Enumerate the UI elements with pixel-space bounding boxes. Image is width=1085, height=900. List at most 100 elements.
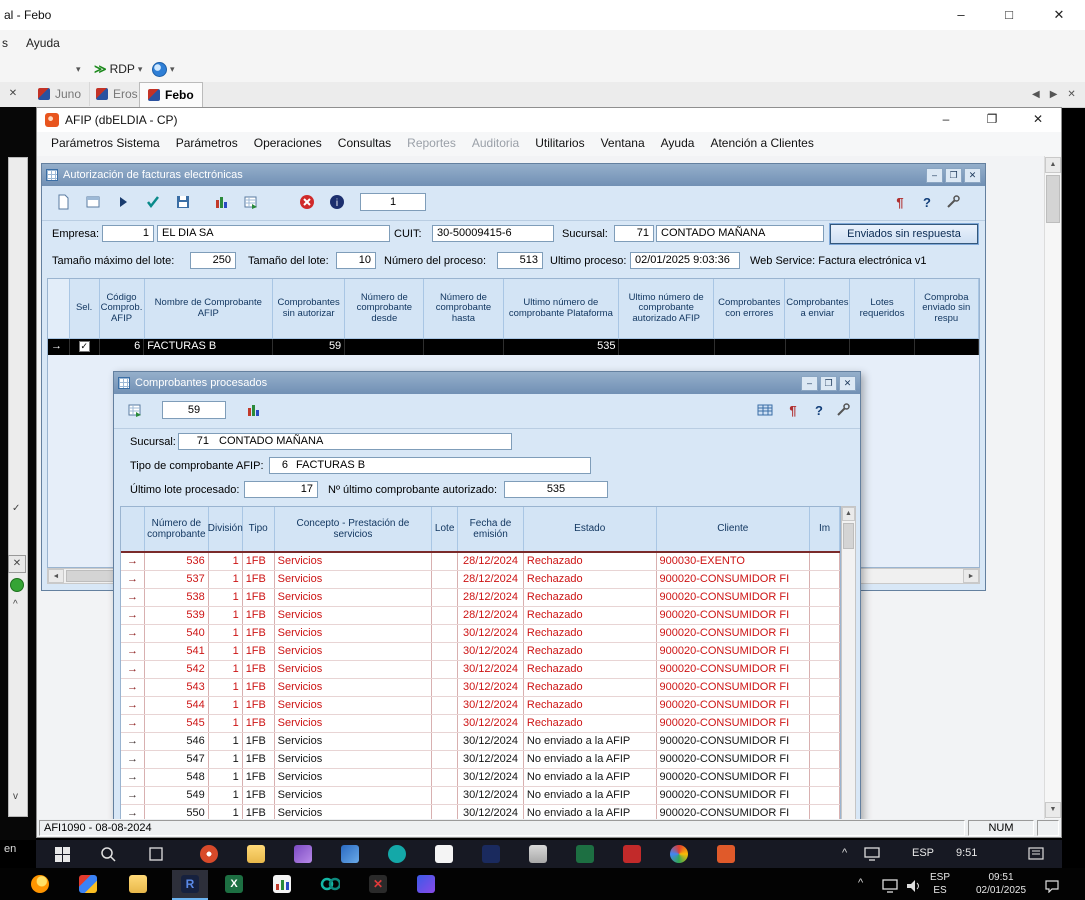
close-button[interactable]: ✕ — [964, 168, 981, 183]
export-grid-button[interactable] — [122, 398, 148, 422]
print-setup-button[interactable]: ¶ — [780, 398, 806, 422]
column-header[interactable]: Comprobantes con errores — [714, 279, 785, 339]
column-header[interactable]: Fecha de emisión — [458, 507, 524, 551]
properties-button[interactable] — [80, 190, 106, 214]
scroll-left-button[interactable]: ◄ — [48, 569, 64, 583]
menu-item[interactable]: Parámetros Sistema — [43, 132, 168, 156]
record-counter[interactable]: 59 — [162, 401, 226, 419]
taskbar-app-7[interactable] — [528, 844, 548, 864]
column-header[interactable]: Código Comprob. AFIP — [100, 279, 145, 339]
tipo-comprobante-field[interactable]: 6FACTURAS B — [269, 457, 591, 474]
close-button[interactable]: ✕ — [8, 555, 26, 573]
tab-close-button[interactable]: ✕ — [1067, 89, 1075, 100]
run-button[interactable] — [110, 190, 136, 214]
tab-juno[interactable]: Juno — [30, 82, 90, 106]
taskbar-app-8[interactable] — [575, 844, 595, 864]
sucursal-code-field[interactable]: 71 — [614, 225, 654, 242]
close-button[interactable]: ✕ — [1015, 108, 1061, 131]
menu-item[interactable]: Atención a Clientes — [702, 132, 821, 156]
vertical-scrollbar[interactable]: ▲ — [841, 506, 856, 819]
minimize-button[interactable]: – — [926, 168, 943, 183]
chevron-up-icon[interactable]: ^ — [13, 599, 18, 610]
language-indicator[interactable]: ESP — [912, 847, 934, 859]
print-setup-button[interactable]: ¶ — [887, 190, 913, 214]
column-header[interactable]: Comprobantes a enviar — [785, 279, 850, 339]
excel-icon[interactable]: X — [224, 874, 244, 894]
comprobante-row[interactable]: → 538 1 1FB Servicios 28/12/2024 Rechaza… — [121, 589, 840, 607]
report-button[interactable] — [208, 190, 234, 214]
close-button[interactable]: ✕ — [1036, 0, 1082, 30]
ultimo-proceso-field[interactable]: 02/01/2025 9:03:36 — [630, 252, 740, 269]
volume-icon[interactable] — [903, 876, 923, 896]
sucursal-name-field[interactable]: CONTADO MAÑANA — [656, 225, 824, 242]
paint-app-icon[interactable] — [78, 874, 98, 894]
menu-item[interactable]: Consultas — [330, 132, 399, 156]
taskbar-app-1[interactable] — [199, 844, 219, 864]
restore-button[interactable]: ❐ — [969, 108, 1015, 131]
column-header[interactable]: Número de comprobante hasta — [424, 279, 503, 339]
tamano-lote-field[interactable]: 10 — [336, 252, 376, 269]
help-button[interactable]: ? — [914, 190, 940, 214]
scroll-right-button[interactable]: ► — [963, 569, 979, 583]
comprobante-row[interactable]: → 545 1 1FB Servicios 30/12/2024 Rechaza… — [121, 715, 840, 733]
ultimo-autorizado-field[interactable]: 535 — [504, 481, 608, 498]
taskbar-app-9[interactable] — [622, 844, 642, 864]
menu-item[interactable]: Ayuda — [653, 132, 703, 156]
column-header[interactable]: División — [209, 507, 243, 551]
comprobante-row[interactable]: → 543 1 1FB Servicios 30/12/2024 Rechaza… — [121, 679, 840, 697]
comprobante-row[interactable]: → 549 1 1FB Servicios 30/12/2024 No envi… — [121, 787, 840, 805]
column-header[interactable]: Im — [810, 507, 840, 551]
row-checkbox[interactable]: ✓ — [79, 341, 90, 352]
brush-app-icon[interactable] — [416, 874, 436, 894]
taskbar-app-6[interactable] — [481, 844, 501, 864]
menu-item-ayuda[interactable]: Ayuda — [26, 30, 60, 56]
menu-item[interactable]: Operaciones — [246, 132, 330, 156]
taskbar-app-2[interactable] — [293, 844, 313, 864]
scrollbar-thumb[interactable] — [1046, 175, 1060, 223]
action-center-icon[interactable] — [1026, 844, 1046, 864]
search-button[interactable] — [98, 844, 118, 864]
left-scrollbar[interactable] — [8, 157, 28, 817]
menu-item-truncated[interactable]: s — [2, 30, 8, 56]
task-view-button[interactable] — [146, 844, 166, 864]
remote-app-icon[interactable]: R — [172, 870, 208, 900]
menu-item[interactable]: Ventana — [593, 132, 653, 156]
chevron-up-icon[interactable]: ^ — [858, 877, 863, 889]
tab-forward-button[interactable]: ▶ — [1050, 89, 1058, 100]
column-header[interactable]: Concepto - Prestación de servicios — [275, 507, 433, 551]
maximize-button[interactable]: □ — [986, 0, 1032, 30]
taskbar-app-5[interactable] — [434, 844, 454, 864]
scrollbar-thumb[interactable] — [843, 523, 854, 549]
comprobante-row[interactable]: → 536 1 1FB Servicios 28/12/2024 Rechaza… — [121, 553, 840, 571]
comprobante-row[interactable]: → 546 1 1FB Servicios 30/12/2024 No envi… — [121, 733, 840, 751]
taskbar-folder[interactable] — [246, 844, 266, 864]
comprobante-row[interactable]: → 539 1 1FB Servicios 28/12/2024 Rechaza… — [121, 607, 840, 625]
column-header[interactable]: Nombre de Comprobante AFIP — [145, 279, 274, 339]
tab-eros[interactable]: Eros — [88, 82, 147, 106]
column-header[interactable]: Cliente — [657, 507, 811, 551]
new-document-button[interactable] — [50, 190, 76, 214]
connection-button[interactable]: ▾ — [152, 56, 175, 82]
restore-button[interactable]: ❐ — [820, 376, 837, 391]
restore-button[interactable]: ❐ — [945, 168, 962, 183]
ultimo-lote-field[interactable]: 17 — [244, 481, 318, 498]
empresa-code-field[interactable]: 1 — [102, 225, 154, 242]
column-header[interactable]: Ultimo número de comprobante Plataforma — [504, 279, 620, 339]
column-header[interactable]: Ultimo número de comprobante autorizado … — [619, 279, 714, 339]
taskbar-app-3[interactable] — [340, 844, 360, 864]
taskbar-app-11[interactable] — [716, 844, 736, 864]
cuit-field[interactable]: 30-50009415-6 — [432, 225, 554, 242]
mdi-vertical-scrollbar[interactable]: ▲ ▼ — [1044, 156, 1061, 819]
folder-icon[interactable] — [128, 874, 148, 894]
firefox-icon[interactable] — [30, 874, 50, 894]
report-button[interactable] — [240, 398, 266, 422]
comprobante-row[interactable]: → 547 1 1FB Servicios 30/12/2024 No envi… — [121, 751, 840, 769]
x-app-icon[interactable]: ✕ — [368, 874, 388, 894]
column-header[interactable]: Tipo — [243, 507, 275, 551]
taskbar-app-10[interactable] — [669, 844, 689, 864]
tamano-maximo-field[interactable]: 250 — [190, 252, 236, 269]
menu-item[interactable]: Parámetros — [168, 132, 246, 156]
notification-icon[interactable] — [1042, 876, 1062, 896]
comprobante-row[interactable]: → 537 1 1FB Servicios 28/12/2024 Rechaza… — [121, 571, 840, 589]
enviados-sin-respuesta-button[interactable]: Enviados sin respuesta — [830, 224, 978, 244]
